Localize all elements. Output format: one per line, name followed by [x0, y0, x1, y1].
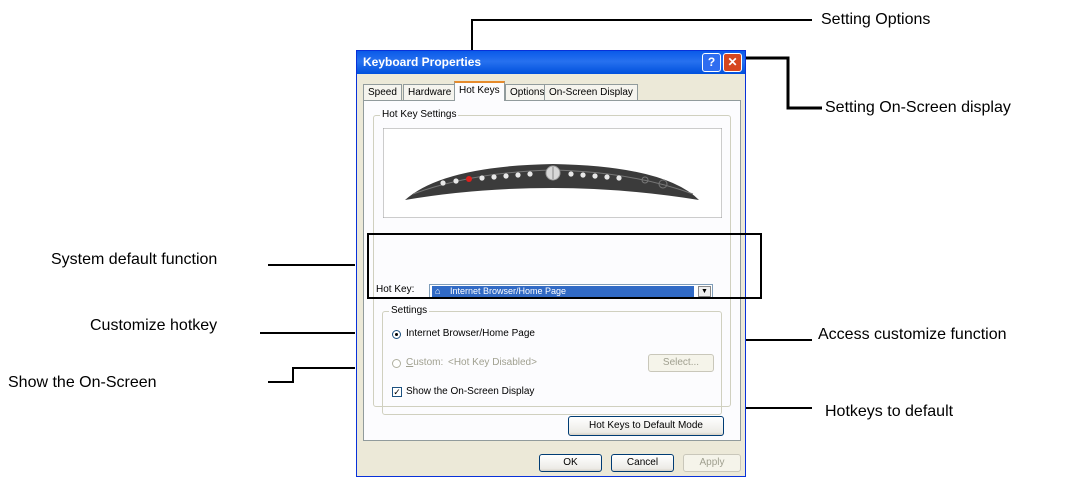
callout-show-osd: Show the On-Screen: [8, 374, 157, 391]
tab-options[interactable]: Options: [505, 84, 550, 100]
callout-hotkeys-default: Hotkeys to default: [825, 403, 954, 420]
callout-setting-osd: Setting On-Screen display: [825, 99, 1011, 116]
highlight-rectangle: [367, 233, 762, 299]
settings-label: Settings: [389, 305, 430, 316]
window-title: Keyboard Properties: [363, 55, 482, 69]
apply-button[interactable]: Apply: [683, 454, 741, 472]
cancel-button[interactable]: Cancel: [611, 454, 674, 472]
custom-hotkey-value: <Hot Key Disabled>: [448, 357, 537, 368]
keyboard-hotkeys-image: [383, 128, 722, 218]
hot-key-settings-label: Hot Key Settings: [380, 109, 459, 120]
default-function-label: Internet Browser/Home Page: [406, 328, 535, 339]
show-osd-checkbox[interactable]: ✓: [392, 387, 402, 397]
default-function-radio[interactable]: [392, 330, 401, 339]
select-button[interactable]: Select...: [648, 354, 714, 372]
callout-customize-hotkey: Customize hotkey: [90, 317, 218, 334]
custom-radio[interactable]: [392, 359, 401, 368]
custom-label: Custom:: [406, 357, 444, 368]
show-osd-label: Show the On-Screen Display: [406, 386, 535, 397]
callout-access-customize: Access customize function: [818, 326, 1007, 343]
tab-hot-keys[interactable]: Hot Keys: [454, 81, 505, 101]
default-mode-button[interactable]: Hot Keys to Default Mode: [568, 416, 724, 436]
callout-setting-options: Setting Options: [821, 11, 931, 28]
close-button[interactable]: ✕: [723, 53, 742, 72]
help-button[interactable]: ?: [702, 53, 721, 72]
tab-speed[interactable]: Speed: [363, 84, 402, 100]
ok-button[interactable]: OK: [539, 454, 602, 472]
tab-on-screen-display[interactable]: On-Screen Display: [544, 84, 638, 100]
tab-hardware[interactable]: Hardware: [403, 84, 457, 100]
title-bar: Keyboard Properties ? ✕: [357, 51, 745, 74]
callout-system-default: System default function: [51, 251, 218, 268]
